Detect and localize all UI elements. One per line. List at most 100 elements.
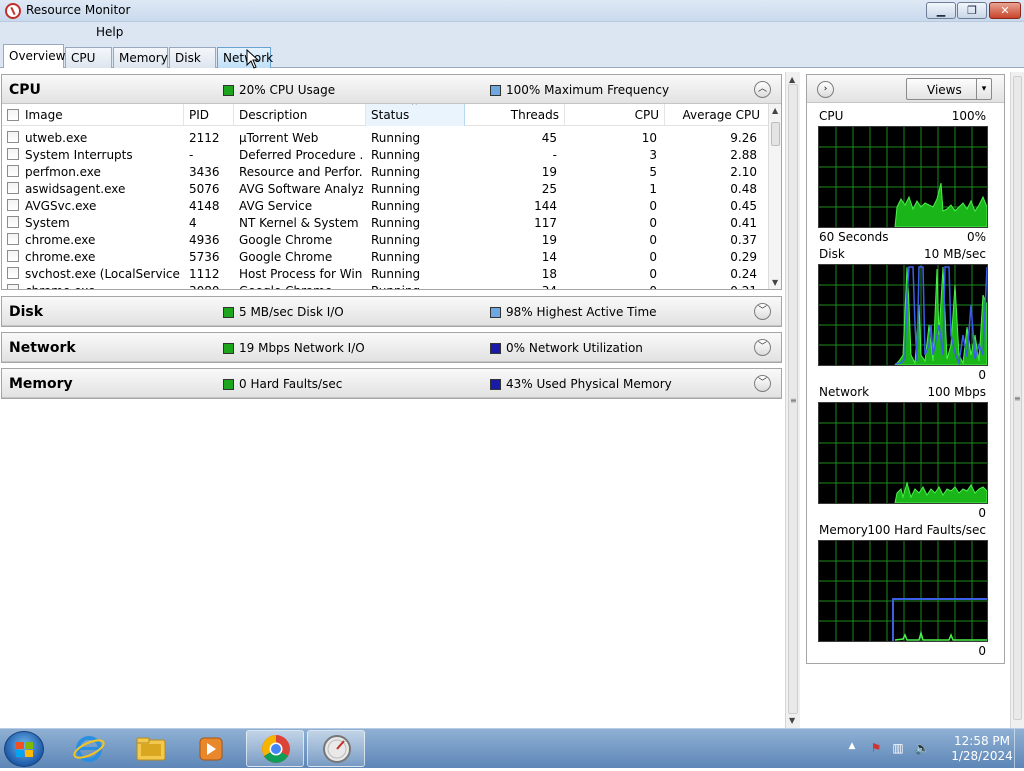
cell-pid: 3080 bbox=[189, 284, 231, 289]
table-row[interactable]: System Interrupts - Deferred Procedure ...… bbox=[2, 146, 768, 163]
cpu-graph-plot bbox=[819, 127, 988, 228]
main-scrollbar[interactable]: ▲ ≡ ▼ bbox=[785, 72, 800, 728]
column-pid[interactable]: PID bbox=[184, 104, 234, 126]
table-scrollbar[interactable]: ▲ ▼ bbox=[768, 104, 781, 289]
network-status-icon[interactable]: ▥ bbox=[890, 741, 906, 757]
row-checkbox[interactable] bbox=[7, 199, 19, 211]
dropdown-arrow-icon[interactable]: ▾ bbox=[976, 79, 991, 99]
column-image-label: Image bbox=[25, 108, 63, 122]
menu-bar: Help bbox=[0, 22, 1024, 42]
resource-monitor-taskbar-icon bbox=[323, 735, 351, 763]
cell-pid: 5076 bbox=[189, 182, 220, 196]
disk-graph-max: 10 MB/sec bbox=[924, 247, 986, 261]
cell-average-cpu: 0.29 bbox=[730, 250, 757, 264]
show-desktop-button[interactable] bbox=[1014, 729, 1024, 769]
network-section: Network 19 Mbps Network I/O 0% Network U… bbox=[1, 332, 782, 363]
table-row[interactable]: svchost.exe (LocalServiceNo... 1112 Host P… bbox=[2, 265, 768, 282]
clock[interactable]: 12:58 PM 1/28/2024 bbox=[944, 734, 1020, 764]
taskbar-file-explorer[interactable] bbox=[121, 730, 179, 767]
show-hidden-icons-icon[interactable]: ▲ bbox=[844, 741, 860, 757]
table-row[interactable]: chrome.exe 3080 Google Chrome Running 34 0 0.2… bbox=[2, 282, 768, 289]
tab-cpu[interactable]: CPU bbox=[65, 47, 112, 68]
menu-help[interactable]: Help bbox=[96, 25, 123, 39]
scroll-grip-icon: ≡ bbox=[790, 396, 797, 405]
tab-disk[interactable]: Disk bbox=[169, 47, 216, 68]
row-checkbox[interactable] bbox=[7, 284, 19, 289]
tab-overview[interactable]: Overview bbox=[3, 44, 66, 68]
cell-description: NT Kernel & System bbox=[239, 216, 359, 230]
row-checkbox[interactable] bbox=[7, 250, 19, 262]
graph-panel-header: › Views ▾ bbox=[807, 75, 1004, 103]
table-row[interactable]: System 4 NT Kernel & System Running 117 0 0.41 bbox=[2, 214, 768, 231]
table-row[interactable]: aswidsagent.exe 5076 AVG Software Analyzer… bbox=[2, 180, 768, 197]
memory-section-header[interactable]: Memory 0 Hard Faults/sec 43% Used Physic… bbox=[2, 369, 781, 398]
cell-pid: 5736 bbox=[189, 250, 220, 264]
taskbar-resource-monitor[interactable] bbox=[307, 730, 365, 767]
minimize-button[interactable]: ▁ bbox=[926, 2, 956, 19]
scroll-down-icon[interactable]: ▼ bbox=[772, 278, 778, 287]
table-row[interactable]: chrome.exe 5736 Google Chrome Running 14 0 0.2… bbox=[2, 248, 768, 265]
start-button[interactable] bbox=[4, 731, 44, 767]
row-checkbox[interactable] bbox=[7, 165, 19, 177]
views-button[interactable]: Views ▾ bbox=[906, 78, 992, 100]
taskbar-media-player[interactable] bbox=[182, 730, 240, 767]
table-row[interactable]: perfmon.exe 3436 Resource and Perfor... Run… bbox=[2, 163, 768, 180]
select-all-checkbox[interactable] bbox=[7, 109, 19, 121]
cpu-graph-max: 100% bbox=[951, 109, 986, 123]
column-cpu[interactable]: CPU bbox=[565, 104, 665, 126]
column-image[interactable]: Image bbox=[2, 104, 184, 126]
cell-cpu: 5 bbox=[649, 165, 657, 179]
expand-chevron-icon[interactable]: ﹀ bbox=[754, 303, 771, 320]
table-row[interactable]: AVGSvc.exe 4148 AVG Service Running 144 0 0.45 bbox=[2, 197, 768, 214]
cell-pid: 4 bbox=[189, 216, 197, 230]
cell-average-cpu: 2.10 bbox=[730, 165, 757, 179]
cell-threads: 25 bbox=[541, 182, 557, 196]
expand-panel-icon[interactable]: › bbox=[817, 81, 834, 98]
expand-chevron-icon[interactable]: ﹀ bbox=[754, 375, 771, 392]
collapse-chevron-icon[interactable]: ︿ bbox=[754, 81, 771, 98]
row-checkbox[interactable] bbox=[7, 182, 19, 194]
volume-muted-icon[interactable]: 🔈 bbox=[914, 741, 930, 757]
cpu-section-header[interactable]: CPU 20% CPU Usage 100% Maximum Frequency… bbox=[2, 75, 781, 104]
scroll-up-icon[interactable]: ▲ bbox=[789, 75, 795, 84]
taskbar-internet-explorer[interactable] bbox=[60, 730, 118, 767]
graph-panel-scrollbar[interactable]: ≡ bbox=[1010, 72, 1024, 728]
scroll-down-icon[interactable]: ▼ bbox=[789, 716, 795, 725]
tab-memory[interactable]: Memory bbox=[113, 47, 168, 68]
expand-chevron-icon[interactable]: ﹀ bbox=[754, 339, 771, 356]
table-scroll-thumb[interactable] bbox=[771, 122, 780, 146]
column-status[interactable]: ^ Status bbox=[366, 104, 465, 126]
memory-graph-plot bbox=[819, 541, 987, 641]
action-center-flag-icon[interactable]: ⚑ bbox=[868, 741, 884, 757]
row-checkbox[interactable] bbox=[7, 148, 19, 160]
cell-status: Running bbox=[371, 199, 421, 213]
maximize-button[interactable]: ❐ bbox=[957, 2, 987, 19]
column-description[interactable]: Description bbox=[234, 104, 366, 126]
cell-image: utweb.exe bbox=[25, 131, 88, 145]
media-player-icon bbox=[199, 737, 223, 761]
table-row[interactable]: chrome.exe 4936 Google Chrome Running 19 0 0.3… bbox=[2, 231, 768, 248]
network-io-legend-swatch bbox=[223, 343, 234, 354]
restore-icon: ❐ bbox=[967, 4, 977, 17]
column-status-label: Status bbox=[371, 108, 410, 122]
network-section-header[interactable]: Network 19 Mbps Network I/O 0% Network U… bbox=[2, 333, 781, 362]
close-button[interactable]: ✕ bbox=[989, 2, 1021, 19]
disk-section-header[interactable]: Disk 5 MB/sec Disk I/O 98% Highest Activ… bbox=[2, 297, 781, 326]
tab-network[interactable]: Network bbox=[217, 47, 273, 68]
cell-image: aswidsagent.exe bbox=[25, 182, 126, 196]
scroll-up-icon[interactable]: ▲ bbox=[772, 106, 778, 115]
resource-monitor-window: Resource Monitor ▁ ❐ ✕ Help Overview CPU… bbox=[0, 0, 1024, 769]
row-checkbox[interactable] bbox=[7, 267, 19, 279]
row-checkbox[interactable] bbox=[7, 131, 19, 143]
cell-image: System bbox=[25, 216, 70, 230]
column-threads[interactable]: Threads bbox=[465, 104, 565, 126]
cell-threads: 34 bbox=[465, 284, 557, 289]
taskbar-chrome[interactable] bbox=[246, 730, 304, 767]
column-average-cpu[interactable]: Average CPU bbox=[665, 104, 768, 126]
window-title: Resource Monitor bbox=[26, 3, 131, 17]
table-row[interactable]: utweb.exe 2112 µTorrent Web Running 45 10 9.26 bbox=[2, 129, 768, 146]
cell-cpu: 0 bbox=[565, 284, 657, 289]
memory-graph-title: Memory bbox=[819, 523, 868, 537]
row-checkbox[interactable] bbox=[7, 216, 19, 228]
row-checkbox[interactable] bbox=[7, 233, 19, 245]
